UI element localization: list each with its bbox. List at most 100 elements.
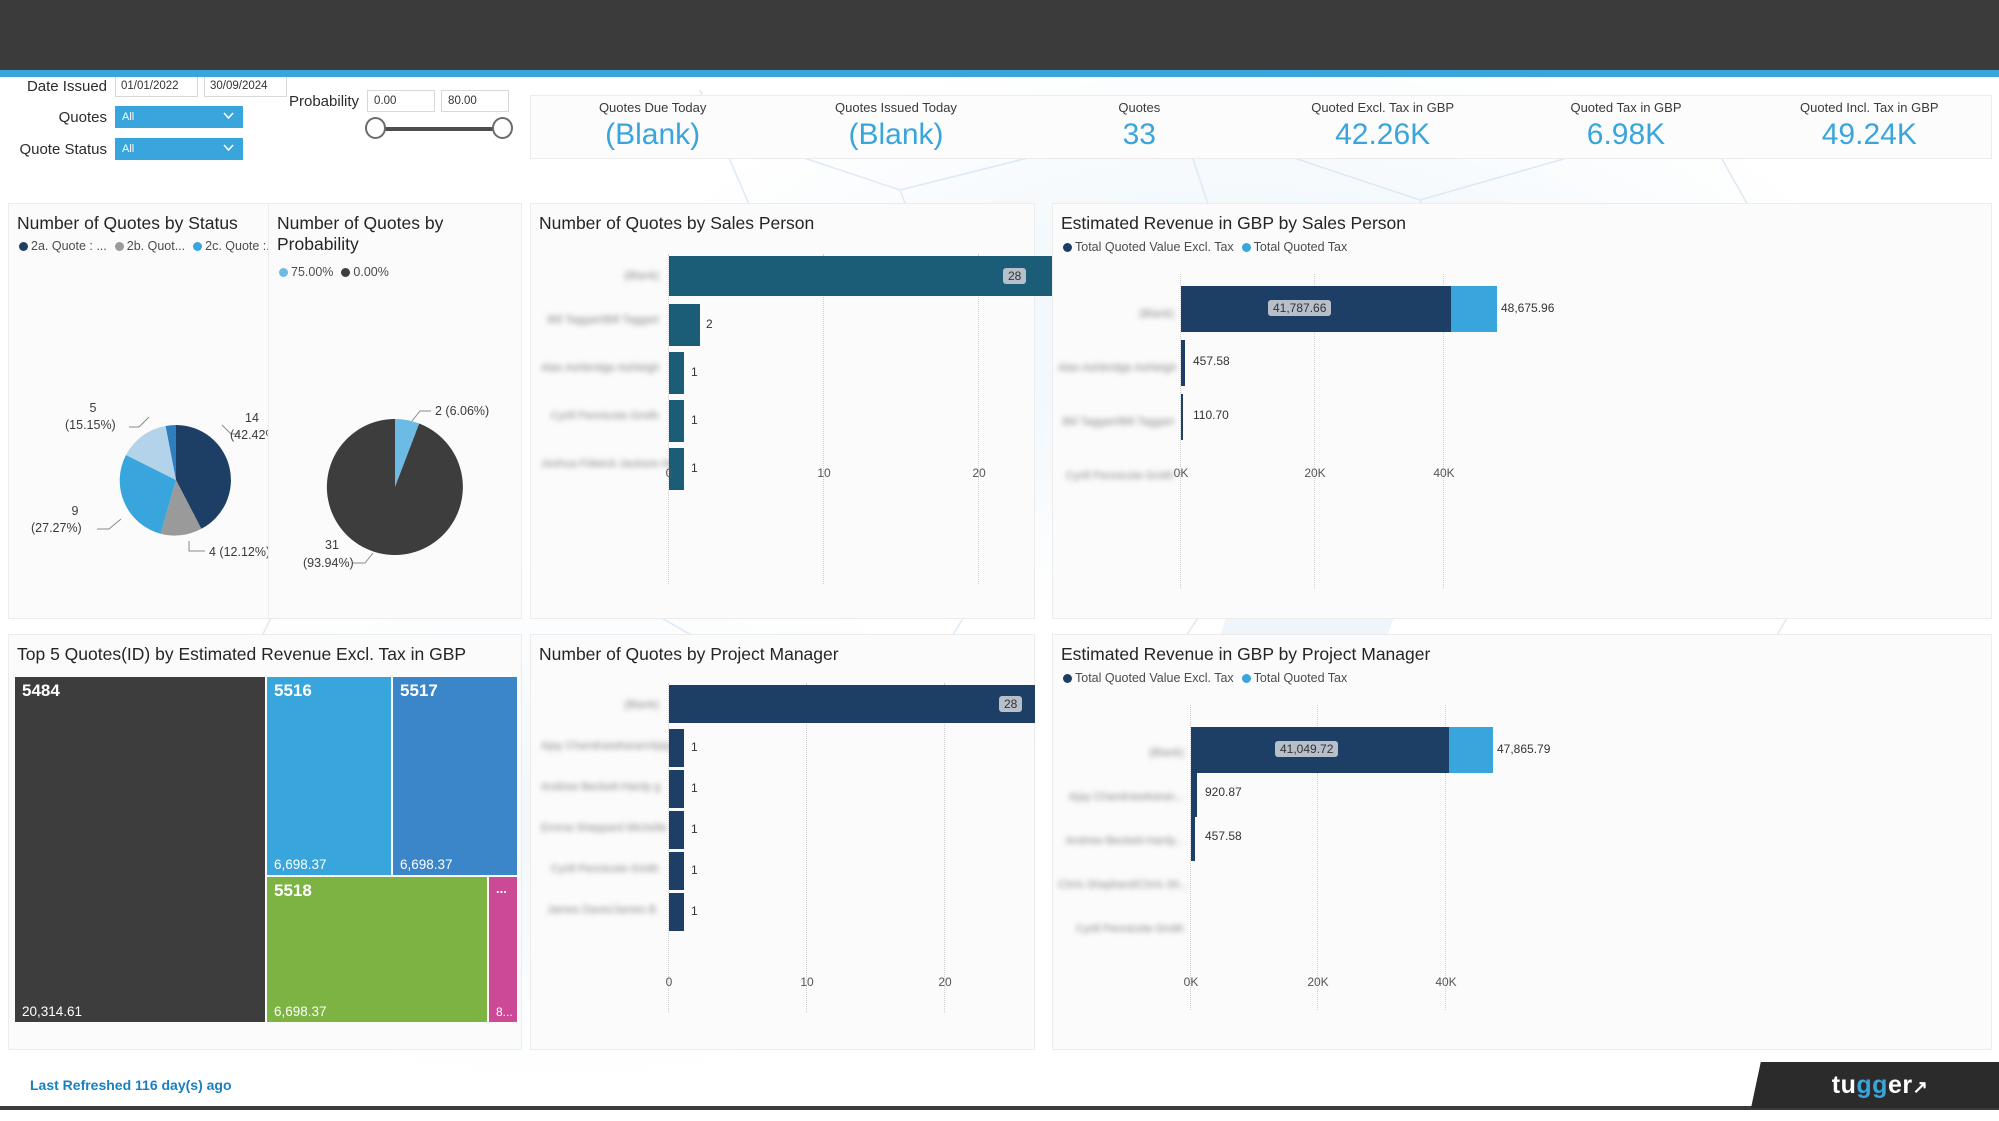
bar-segment-excl-tax[interactable]: [1191, 815, 1195, 861]
treemap-cell[interactable]: 5516 6,698.37: [267, 677, 391, 875]
kpi-card: Quotes Issued Today (Blank): [774, 96, 1017, 158]
x-axis-tick: 40K: [1435, 975, 1457, 989]
kpi-value: 33: [1122, 118, 1156, 151]
x-axis-tick: 10: [817, 466, 831, 480]
legend-swatch-icon: [114, 241, 124, 251]
bar-value-label: 1: [691, 461, 698, 475]
bar-segment-excl-tax[interactable]: [1191, 771, 1197, 817]
bar[interactable]: [669, 893, 684, 931]
bar-category-label: Andrew Beckett-Hardy...: [1065, 835, 1184, 847]
gridline: [806, 683, 807, 1013]
app-header: [0, 0, 1999, 70]
quote-status-filter-select[interactable]: All: [115, 138, 243, 160]
panel-quotes-by-sales-person: Number of Quotes by Sales Person (Blank)…: [530, 203, 1101, 619]
chart-title: Number of Quotes by Project Manager: [539, 644, 839, 664]
legend-item[interactable]: Total Quoted Tax: [1241, 671, 1347, 685]
pie-slice[interactable]: [326, 418, 463, 555]
bar-inside-label: 41,049.72: [1275, 741, 1339, 757]
chevron-down-icon: [223, 112, 234, 119]
pie-data-label: 31: [325, 538, 339, 552]
kpi-value: (Blank): [605, 118, 701, 151]
bar-segment-tax[interactable]: [1451, 286, 1497, 332]
slider-knob-min[interactable]: [365, 117, 386, 139]
bar[interactable]: [669, 400, 684, 442]
bar[interactable]: [669, 256, 1101, 296]
legend-item[interactable]: 75.00%: [279, 265, 333, 279]
panel-top5-quotes-treemap: Top 5 Quotes(ID) by Estimated Revenue Ex…: [8, 634, 522, 1050]
treemap-cell-value: 6,698.37: [274, 857, 327, 872]
quotes-filter-value: All: [122, 111, 135, 123]
treemap-cell-id: ...: [496, 881, 507, 896]
date-from-input[interactable]: 01/01/2022: [115, 75, 198, 97]
bar-value-label: 1: [691, 413, 698, 427]
bar-category-label: Alan Ashbridge Ashleigh: [541, 362, 660, 374]
treemap-cell[interactable]: ... 8...: [489, 877, 517, 1022]
bar-category-label: Cyrill Pennicote-Smith: [1075, 923, 1184, 935]
probability-max-input[interactable]: 80.00: [441, 90, 510, 112]
bar-segment-excl-tax[interactable]: [1181, 340, 1185, 386]
kpi-card: Quoted Incl. Tax in GBP 49.24K: [1748, 96, 1991, 158]
bar-category-label: (Blank): [1139, 308, 1174, 320]
legend-swatch-icon: [1063, 242, 1072, 252]
legend-swatch-icon: [19, 241, 28, 251]
slider-track: [375, 127, 503, 131]
bar-value-label: 1: [691, 822, 698, 836]
bar-segment-excl-tax[interactable]: [1181, 394, 1183, 440]
probability-min-input[interactable]: 0.00: [367, 90, 436, 112]
bar[interactable]: [669, 852, 684, 890]
pie-data-label: (27.27%): [31, 521, 82, 535]
chevron-down-icon: [223, 144, 234, 151]
kpi-strip: Quotes Due Today (Blank) Quotes Issued T…: [530, 95, 1992, 159]
gridline: [823, 254, 824, 584]
legend-item[interactable]: 2c. Quote :...: [193, 239, 277, 253]
legend-item[interactable]: 2b. Quot...: [114, 239, 185, 253]
slider-knob-max[interactable]: [492, 117, 513, 139]
bar-total-label: 47,865.79: [1497, 742, 1551, 756]
bar[interactable]: [669, 770, 684, 808]
bar[interactable]: [669, 729, 684, 767]
bar-category-label: Cyrill Pennicote-Smith: [550, 410, 659, 422]
bar-inside-label: 41,787.66: [1268, 300, 1332, 316]
probability-range-slider[interactable]: [365, 117, 513, 143]
treemap-cell-id: 5517: [400, 681, 438, 700]
bar[interactable]: [669, 352, 684, 394]
x-axis-tick: 0K: [1173, 466, 1189, 480]
legend-item[interactable]: Total Quoted Tax: [1241, 240, 1347, 254]
x-axis-tick: 40K: [1433, 466, 1455, 480]
kpi-value: 6.98K: [1586, 118, 1666, 151]
bar[interactable]: [669, 304, 700, 346]
bar-category-label: Chris Shepherd/Chris Sh...: [1058, 879, 1189, 891]
kpi-value: (Blank): [848, 118, 944, 151]
bar-total-label: 920.87: [1205, 785, 1242, 799]
bar-total-label: 457.58: [1205, 829, 1242, 843]
quotes-filter-label: Quotes: [58, 108, 107, 126]
legend-label: 2a. Quote : ...: [31, 239, 107, 253]
bar-category-label: Ajay Chandrasekaran...: [1069, 791, 1184, 803]
legend-item[interactable]: 0.00%: [341, 265, 389, 279]
legend-item[interactable]: Total Quoted Value Excl. Tax: [1063, 240, 1234, 254]
chart-title: Estimated Revenue in GBP by Project Mana…: [1061, 644, 1431, 664]
treemap-cell[interactable]: 5518 6,698.37: [267, 877, 487, 1022]
treemap-cell-value: 8...: [496, 1005, 513, 1019]
treemap-cell[interactable]: 5484 20,314.61: [15, 677, 265, 1022]
kpi-label: Quotes Due Today: [598, 100, 707, 115]
date-to-input[interactable]: 30/09/2024: [204, 75, 287, 97]
bar[interactable]: [669, 685, 1035, 723]
legend-label: 2c. Quote :...: [205, 239, 277, 253]
quotes-filter-select[interactable]: All: [115, 106, 243, 128]
treemap-cell-value: 20,314.61: [22, 1004, 83, 1019]
bar-value-label: 1: [691, 904, 698, 918]
pie-data-label: 4 (12.12%): [209, 545, 270, 559]
legend-item[interactable]: 2a. Quote : ...: [19, 239, 107, 253]
chart-legend: 75.00% 0.00%: [269, 255, 521, 279]
legend-label: Total Quoted Value Excl. Tax: [1075, 671, 1234, 685]
probability-label: Probability: [289, 92, 360, 110]
treemap-cell-value: 6,698.37: [274, 1004, 327, 1019]
bar-segment-tax[interactable]: [1449, 727, 1493, 773]
dashboard-root: Quotes Overview Multiple Companies / Mul…: [0, 0, 1999, 1121]
treemap-cell[interactable]: 5517 6,698.37: [393, 677, 517, 875]
bar-value-label: 1: [691, 863, 698, 877]
legend-item[interactable]: Total Quoted Value Excl. Tax: [1063, 671, 1234, 685]
bar[interactable]: [669, 811, 684, 849]
legend-swatch-icon: [1241, 242, 1251, 252]
